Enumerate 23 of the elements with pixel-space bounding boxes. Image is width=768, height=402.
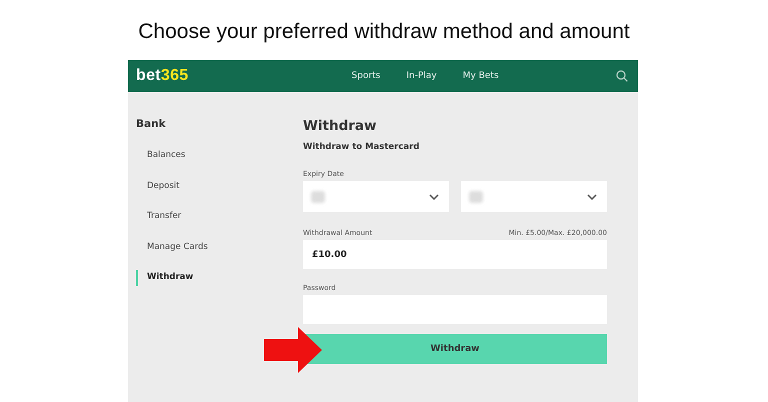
arrow-icon (264, 327, 322, 373)
sidebar-title: Bank (136, 118, 167, 132)
sidebar-item[interactable]: Balances (136, 148, 186, 178)
dropdown[interactable] (303, 181, 449, 212)
form-subtitle: Withdraw to Mastercard (303, 142, 420, 154)
dropdown[interactable] (461, 181, 607, 212)
nav-link[interactable]: My Bets (462, 71, 499, 81)
chevron-icon (587, 194, 597, 200)
sidebar-item[interactable]: Manage Cards (136, 240, 208, 269)
logo[interactable]: bet365 (136, 67, 189, 85)
chevron-icon (429, 194, 439, 200)
sidebar-item[interactable]: Withdraw (136, 270, 194, 286)
sidebar-item[interactable]: Deposit (136, 178, 180, 208)
nav-link[interactable]: In-Play (406, 71, 437, 81)
form-title: Withdraw (303, 118, 378, 136)
page-heading: Choose your preferred withdraw method and amount (138, 20, 630, 45)
redacted-value (311, 190, 325, 202)
search-icon[interactable] (616, 70, 628, 82)
sidebar-item[interactable]: Transfer (136, 209, 182, 238)
nav-link[interactable]: Sports (352, 71, 380, 81)
redacted-value (469, 190, 483, 202)
withdraw-button[interactable]: Withdraw (303, 334, 607, 364)
amount-field[interactable]: £10.00 (303, 240, 607, 269)
